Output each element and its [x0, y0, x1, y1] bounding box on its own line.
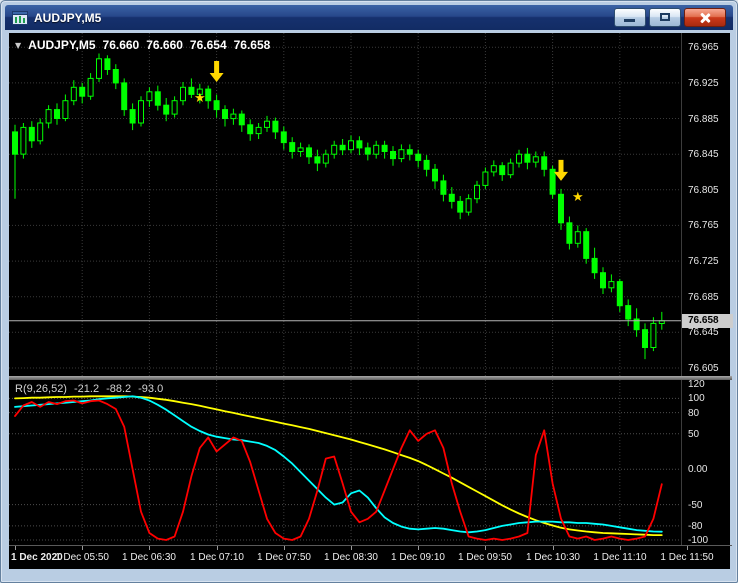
price-scale[interactable]: 76.658 76.965 76.925 76.885 76.845 76.805 76.…	[681, 33, 732, 376]
current-price-badge: 76.658	[682, 314, 733, 328]
header-low: 76.654	[190, 38, 227, 52]
time-axis-label: 1 Dec 07:50	[251, 552, 317, 563]
time-axis-label: 1 Dec 06:30	[116, 552, 182, 563]
time-axis-tick	[687, 546, 688, 550]
price-scale-label: 76.765	[688, 220, 719, 231]
time-axis-label: 1 Dec 05:50	[49, 552, 115, 563]
indicator-value-2: -88.2	[106, 383, 131, 395]
star-icon: ★	[572, 190, 584, 205]
close-icon	[699, 12, 711, 24]
time-axis-label: 1 Dec 11:10	[587, 552, 653, 563]
chart-client-area: ★★ ▼AUDJPY,M576.66076.66076.65476.658 76…	[9, 33, 730, 569]
time-axis-label: 1 Dec 09:10	[385, 552, 451, 563]
time-axis-label: 1 Dec 08:30	[318, 552, 384, 563]
time-axis-tick	[15, 546, 16, 550]
sell-arrow-icon	[554, 160, 568, 181]
header-open: 76.660	[103, 38, 140, 52]
indicator-value-1: -21.2	[74, 383, 99, 395]
price-scale-label: 76.965	[688, 42, 719, 53]
indicator-scale-label: 100	[688, 393, 705, 404]
indicator-line-middle	[15, 396, 662, 532]
price-scale-label: 76.885	[688, 114, 719, 125]
indicator-label: R(9,26,52) -21.2 -88.2 -93.0	[15, 383, 170, 395]
window-title: AUDJPY,M5	[34, 11, 101, 25]
indicator-lines	[15, 396, 662, 540]
chart-window-icon	[12, 11, 28, 25]
chart-ohlc-header: ▼ AUDJPY,M5 76.660 76.660 76.654 76.658	[15, 38, 277, 52]
price-scale-label: 76.725	[688, 256, 719, 267]
time-axis-tick	[351, 546, 352, 550]
price-scale-label: 76.845	[688, 149, 719, 160]
indicator-scale-label: 50	[688, 429, 699, 440]
price-scale-label: 76.605	[688, 363, 719, 374]
indicator-scale-label: -80	[688, 521, 702, 532]
restore-button[interactable]	[649, 8, 681, 27]
indicator-canvas[interactable]	[9, 380, 681, 545]
price-scale-label: 76.685	[688, 292, 719, 303]
header-high: 76.660	[146, 38, 183, 52]
star-icon: ★	[194, 91, 206, 106]
header-close: 76.658	[234, 38, 271, 52]
time-axis-label: 1 Dec 11:50	[654, 552, 720, 563]
time-axis-tick	[149, 546, 150, 550]
minimize-icon	[624, 19, 635, 22]
time-axis-tick	[217, 546, 218, 550]
close-button[interactable]	[684, 8, 726, 27]
time-axis-tick	[553, 546, 554, 550]
time-axis-tick	[82, 546, 83, 550]
indicator-scale-label: 120	[688, 379, 705, 390]
price-scale-label: 76.805	[688, 185, 719, 196]
time-axis-tick	[284, 546, 285, 550]
indicator-name: R(9,26,52)	[15, 383, 67, 395]
title-bar[interactable]: AUDJPY,M5	[5, 5, 733, 30]
candlesticks	[13, 54, 665, 360]
minimize-button[interactable]	[614, 8, 646, 27]
indicator-line-slow	[15, 396, 662, 535]
time-axis-tick	[620, 546, 621, 550]
indicator-scale-label: 0.00	[688, 464, 707, 475]
time-axis-label: 1 Dec 07:10	[184, 552, 250, 563]
price-scale-label: 76.925	[688, 78, 719, 89]
indicator-pane[interactable]: R(9,26,52) -21.2 -88.2 -93.0 120 100 80 50 0.00…	[9, 380, 732, 545]
time-axis-tick	[485, 546, 486, 550]
price-scale-label: 76.645	[688, 327, 719, 338]
restore-icon	[660, 13, 670, 21]
header-symbol: AUDJPY,M5	[28, 38, 95, 52]
indicator-scale[interactable]: 12010080500.00-50-80-100	[681, 380, 732, 545]
sell-arrow-icon	[210, 61, 224, 82]
price-chart-pane[interactable]: ★★ ▼AUDJPY,M576.66076.66076.65476.658 76…	[9, 33, 732, 376]
indicator-scale-label: 80	[688, 408, 699, 419]
indicator-scale-label: -50	[688, 500, 702, 511]
indicator-line-fast	[15, 401, 662, 541]
indicator-value-3: -93.0	[138, 383, 163, 395]
window-controls	[614, 8, 726, 27]
time-axis-label: 1 Dec 09:50	[452, 552, 518, 563]
price-chart-canvas[interactable]: ★★	[9, 33, 681, 376]
time-axis-label: 1 Dec 10:30	[520, 552, 586, 563]
metatrader-chart-window: AUDJPY,M5 ★★ ▼AUDJPY,M576.66076.66076.65…	[0, 0, 738, 583]
time-axis-tick	[418, 546, 419, 550]
time-axis[interactable]: 1 Dec 20201 Dec 05:501 Dec 06:301 Dec 07…	[9, 546, 732, 571]
dropdown-icon[interactable]: ▼	[15, 41, 21, 50]
